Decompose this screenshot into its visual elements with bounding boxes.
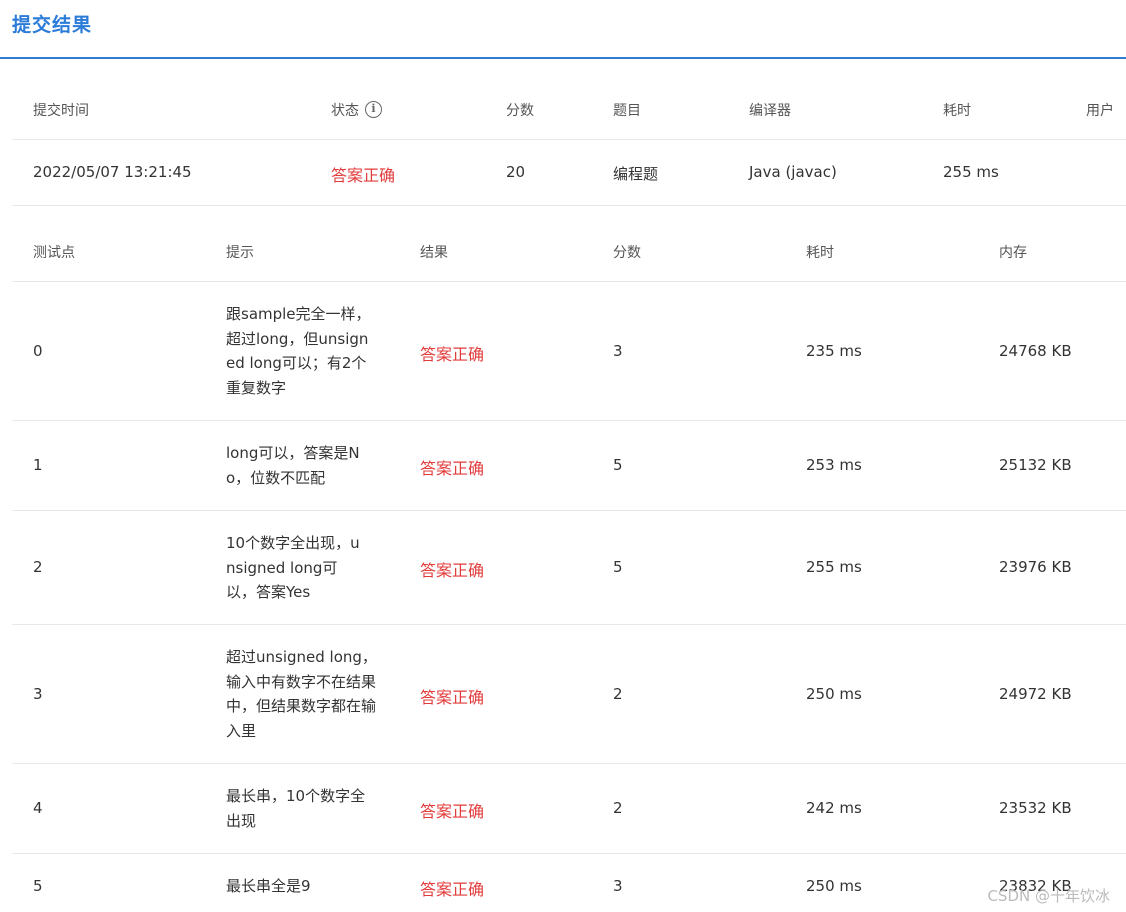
row-divider — [12, 139, 1126, 140]
tc-hint: 10个数字全出现，unsigned long可以，答案Yes — [226, 534, 360, 601]
tc-result: 答案正确 — [420, 459, 485, 478]
tc-score: 5 — [613, 456, 623, 474]
tc-elapsed: 242 ms — [806, 799, 862, 817]
submission-result-page: 提交结果 提交时间 状态 i 分数 题目 编译器 耗时 用户 2022/05/07… — [0, 0, 1126, 912]
tab-submission-result[interactable]: 提交结果 — [12, 10, 92, 37]
tc-hint: 最长串全是9 — [226, 877, 311, 895]
tc-result: 答案正确 — [420, 880, 485, 899]
tc-elapsed: 255 ms — [806, 558, 862, 576]
tc-memory: 24768 KB — [999, 342, 1072, 360]
tc-hint: long可以，答案是No，位数不匹配 — [226, 444, 360, 487]
header-user: 用户 — [1086, 103, 1114, 119]
tc-memory: 23976 KB — [999, 558, 1072, 576]
tc-elapsed: 250 ms — [806, 685, 862, 703]
tc-hint: 最长串，10个数字全出现 — [226, 787, 366, 830]
header-status: 状态 i — [331, 100, 382, 120]
tab-bar: 提交结果 — [0, 0, 1126, 59]
tc-id: 3 — [33, 685, 43, 703]
row-divider — [12, 624, 1126, 625]
row-divider — [12, 281, 1126, 282]
tc-score: 3 — [613, 342, 623, 360]
row-divider — [12, 420, 1126, 421]
header-elapsed: 耗时 — [943, 103, 971, 119]
submission-elapsed: 255 ms — [943, 163, 999, 181]
row-divider — [12, 510, 1126, 511]
header-time: 提交时间 — [33, 103, 89, 119]
info-icon[interactable]: i — [365, 101, 382, 118]
tc-id: 2 — [33, 558, 43, 576]
row-divider — [12, 853, 1126, 854]
tc-id: 1 — [33, 456, 43, 474]
tc-memory: 24972 KB — [999, 685, 1072, 703]
row-divider — [12, 205, 1126, 206]
header-status-label: 状态 — [331, 103, 359, 119]
tc-memory: 25132 KB — [999, 456, 1072, 474]
tc-id: 4 — [33, 799, 43, 817]
tc-score: 5 — [613, 558, 623, 576]
tc-result: 答案正确 — [420, 688, 485, 707]
tc-result: 答案正确 — [420, 345, 485, 364]
tc-id: 0 — [33, 342, 43, 360]
tc-header-memory: 内存 — [999, 245, 1027, 261]
submission-status[interactable]: 答案正确 — [331, 162, 395, 186]
tc-id: 5 — [33, 877, 43, 895]
tc-header-hint: 提示 — [226, 245, 254, 261]
tc-header-elapsed: 耗时 — [806, 245, 834, 261]
header-score: 分数 — [506, 103, 534, 119]
tc-score: 3 — [613, 877, 623, 895]
submission-compiler: Java (javac) — [749, 163, 837, 181]
tc-hint: 超过unsigned long，输入中有数字不在结果中，但结果数字都在输入里 — [226, 648, 377, 740]
watermark: CSDN @十年饮冰 — [987, 887, 1110, 905]
header-compiler: 编译器 — [749, 103, 791, 119]
submission-time: 2022/05/07 13:21:45 — [33, 163, 192, 181]
row-divider — [12, 763, 1126, 764]
tc-score: 2 — [613, 799, 623, 817]
tc-header-result: 结果 — [420, 245, 448, 261]
tc-elapsed: 235 ms — [806, 342, 862, 360]
tc-result: 答案正确 — [420, 561, 485, 580]
header-problem: 题目 — [613, 103, 641, 119]
tc-header-score: 分数 — [613, 245, 641, 261]
tc-header-id: 测试点 — [33, 245, 75, 261]
tc-hint: 跟sample完全一样，超过long，但unsigned long可以；有2个重… — [226, 305, 371, 397]
tc-memory: 23532 KB — [999, 799, 1072, 817]
tc-result: 答案正确 — [420, 802, 485, 821]
submission-problem[interactable]: 编程题 — [613, 163, 658, 184]
tc-score: 2 — [613, 685, 623, 703]
submission-score: 20 — [506, 163, 526, 181]
tc-elapsed: 253 ms — [806, 456, 862, 474]
tc-elapsed: 250 ms — [806, 877, 862, 895]
